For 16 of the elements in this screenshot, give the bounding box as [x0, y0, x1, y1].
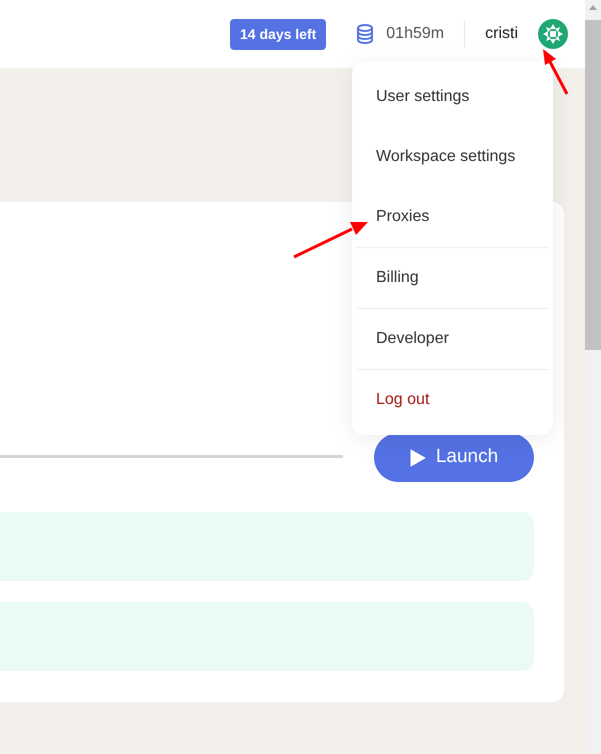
scrollbar[interactable]: [585, 0, 601, 754]
menu-item[interactable]: Billing: [356, 247, 549, 308]
menu-item[interactable]: User settings: [356, 67, 549, 127]
menu-item[interactable]: Workspace settings: [356, 127, 549, 187]
credits-time: 01h59m: [386, 24, 444, 44]
scroll-up-icon[interactable]: [589, 5, 597, 10]
play-icon: [410, 448, 426, 466]
menu-item[interactable]: Log out: [356, 369, 549, 430]
menu-item[interactable]: Developer: [356, 308, 549, 369]
avatar-icon[interactable]: [538, 19, 568, 49]
launch-button[interactable]: Launch: [374, 433, 534, 482]
username: cristi: [485, 24, 518, 44]
scrollbar-thumb[interactable]: [585, 20, 601, 350]
trial-badge: 14 days left: [230, 18, 326, 50]
menu-item[interactable]: Proxies: [356, 187, 549, 247]
annotation-arrow: [541, 48, 569, 96]
